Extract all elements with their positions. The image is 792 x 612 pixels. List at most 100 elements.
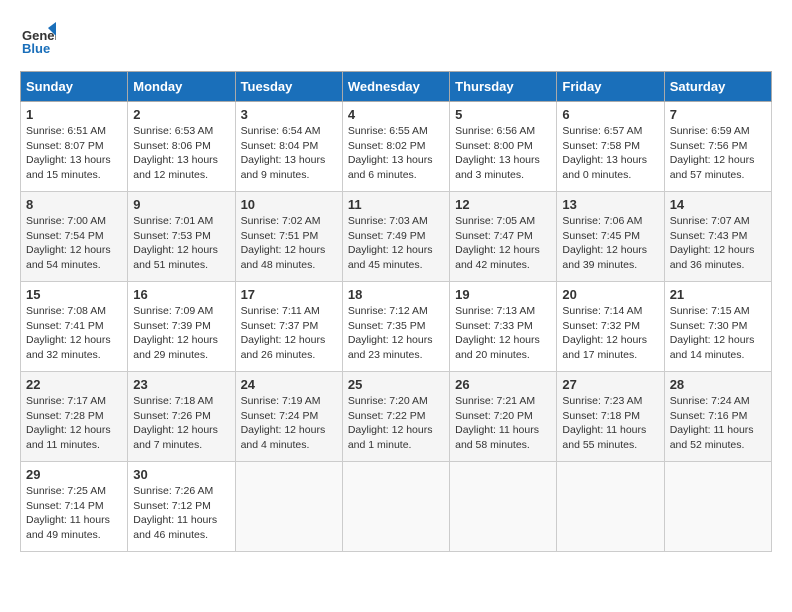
day-info: Sunrise: 7:13 AM Sunset: 7:33 PM Dayligh… xyxy=(455,304,551,363)
day-info: Sunrise: 6:53 AM Sunset: 8:06 PM Dayligh… xyxy=(133,124,229,183)
day-cell: 18 Sunrise: 7:12 AM Sunset: 7:35 PM Dayli… xyxy=(342,282,449,372)
day-number: 10 xyxy=(241,197,337,212)
day-info: Sunrise: 7:21 AM Sunset: 7:20 PM Dayligh… xyxy=(455,394,551,453)
day-number: 16 xyxy=(133,287,229,302)
day-cell xyxy=(557,462,664,552)
day-number: 27 xyxy=(562,377,658,392)
day-number: 3 xyxy=(241,107,337,122)
header-sunday: Sunday xyxy=(21,72,128,102)
day-number: 14 xyxy=(670,197,766,212)
day-info: Sunrise: 7:25 AM Sunset: 7:14 PM Dayligh… xyxy=(26,484,122,543)
day-info: Sunrise: 7:17 AM Sunset: 7:28 PM Dayligh… xyxy=(26,394,122,453)
day-cell: 26 Sunrise: 7:21 AM Sunset: 7:20 PM Dayli… xyxy=(450,372,557,462)
day-cell: 3Sunrise: 6:54 AM Sunset: 8:04 PM Daylig… xyxy=(235,102,342,192)
day-number: 18 xyxy=(348,287,444,302)
day-number: 28 xyxy=(670,377,766,392)
day-cell: 25Sunrise: 7:20 AM Sunset: 7:22 PM Dayli… xyxy=(342,372,449,462)
day-info: Sunrise: 7:12 AM Sunset: 7:35 PM Dayligh… xyxy=(348,304,444,363)
header-wednesday: Wednesday xyxy=(342,72,449,102)
day-number: 19 xyxy=(455,287,551,302)
header-monday: Monday xyxy=(128,72,235,102)
day-cell: 21 Sunrise: 7:15 AM Sunset: 7:30 PM Dayli… xyxy=(664,282,771,372)
day-cell: 7Sunrise: 6:59 AM Sunset: 7:56 PM Daylig… xyxy=(664,102,771,192)
day-info: Sunrise: 7:01 AM Sunset: 7:53 PM Dayligh… xyxy=(133,214,229,273)
day-cell xyxy=(664,462,771,552)
day-cell: 8 Sunrise: 7:00 AM Sunset: 7:54 PM Daylig… xyxy=(21,192,128,282)
day-info: Sunrise: 7:06 AM Sunset: 7:45 PM Dayligh… xyxy=(562,214,658,273)
week-row-1: 1 Sunrise: 6:51 AM Sunset: 8:07 PM Daylig… xyxy=(21,102,772,192)
week-row-2: 8 Sunrise: 7:00 AM Sunset: 7:54 PM Daylig… xyxy=(21,192,772,282)
day-cell: 4 Sunrise: 6:55 AM Sunset: 8:02 PM Daylig… xyxy=(342,102,449,192)
day-number: 11 xyxy=(348,197,444,212)
day-number: 22 xyxy=(26,377,122,392)
header-thursday: Thursday xyxy=(450,72,557,102)
day-info: Sunrise: 6:56 AM Sunset: 8:00 PM Dayligh… xyxy=(455,124,551,183)
day-cell: 27Sunrise: 7:23 AM Sunset: 7:18 PM Dayli… xyxy=(557,372,664,462)
day-info: Sunrise: 7:03 AM Sunset: 7:49 PM Dayligh… xyxy=(348,214,444,273)
day-info: Sunrise: 7:26 AM Sunset: 7:12 PM Dayligh… xyxy=(133,484,229,543)
day-number: 6 xyxy=(562,107,658,122)
day-cell: 20 Sunrise: 7:14 AM Sunset: 7:32 PM Dayli… xyxy=(557,282,664,372)
day-info: Sunrise: 7:08 AM Sunset: 7:41 PM Dayligh… xyxy=(26,304,122,363)
day-cell: 23 Sunrise: 7:18 AM Sunset: 7:26 PM Dayli… xyxy=(128,372,235,462)
day-cell: 13Sunrise: 7:06 AM Sunset: 7:45 PM Dayli… xyxy=(557,192,664,282)
day-info: Sunrise: 7:18 AM Sunset: 7:26 PM Dayligh… xyxy=(133,394,229,453)
day-cell: 22 Sunrise: 7:17 AM Sunset: 7:28 PM Dayli… xyxy=(21,372,128,462)
day-number: 9 xyxy=(133,197,229,212)
day-number: 24 xyxy=(241,377,337,392)
day-info: Sunrise: 7:02 AM Sunset: 7:51 PM Dayligh… xyxy=(241,214,337,273)
day-cell: 10 Sunrise: 7:02 AM Sunset: 7:51 PM Dayli… xyxy=(235,192,342,282)
week-row-3: 15 Sunrise: 7:08 AM Sunset: 7:41 PM Dayli… xyxy=(21,282,772,372)
day-info: Sunrise: 6:55 AM Sunset: 8:02 PM Dayligh… xyxy=(348,124,444,183)
day-info: Sunrise: 7:20 AM Sunset: 7:22 PM Dayligh… xyxy=(348,394,444,453)
day-cell: 6 Sunrise: 6:57 AM Sunset: 7:58 PM Daylig… xyxy=(557,102,664,192)
day-cell: 2 Sunrise: 6:53 AM Sunset: 8:06 PM Daylig… xyxy=(128,102,235,192)
day-info: Sunrise: 7:19 AM Sunset: 7:24 PM Dayligh… xyxy=(241,394,337,453)
calendar-body: 1 Sunrise: 6:51 AM Sunset: 8:07 PM Daylig… xyxy=(21,102,772,552)
day-info: Sunrise: 7:24 AM Sunset: 7:16 PM Dayligh… xyxy=(670,394,766,453)
day-number: 8 xyxy=(26,197,122,212)
page-header: General Blue xyxy=(20,20,772,56)
day-number: 17 xyxy=(241,287,337,302)
day-info: Sunrise: 7:14 AM Sunset: 7:32 PM Dayligh… xyxy=(562,304,658,363)
day-cell: 29 Sunrise: 7:25 AM Sunset: 7:14 PM Dayli… xyxy=(21,462,128,552)
day-cell: 15 Sunrise: 7:08 AM Sunset: 7:41 PM Dayli… xyxy=(21,282,128,372)
day-number: 15 xyxy=(26,287,122,302)
day-cell: 9 Sunrise: 7:01 AM Sunset: 7:53 PM Daylig… xyxy=(128,192,235,282)
logo: General Blue xyxy=(20,20,56,56)
day-number: 23 xyxy=(133,377,229,392)
header-friday: Friday xyxy=(557,72,664,102)
day-number: 4 xyxy=(348,107,444,122)
header-saturday: Saturday xyxy=(664,72,771,102)
day-info: Sunrise: 7:07 AM Sunset: 7:43 PM Dayligh… xyxy=(670,214,766,273)
day-number: 5 xyxy=(455,107,551,122)
day-info: Sunrise: 7:15 AM Sunset: 7:30 PM Dayligh… xyxy=(670,304,766,363)
day-number: 26 xyxy=(455,377,551,392)
day-info: Sunrise: 6:51 AM Sunset: 8:07 PM Dayligh… xyxy=(26,124,122,183)
day-number: 1 xyxy=(26,107,122,122)
week-row-5: 29 Sunrise: 7:25 AM Sunset: 7:14 PM Dayli… xyxy=(21,462,772,552)
day-info: Sunrise: 6:57 AM Sunset: 7:58 PM Dayligh… xyxy=(562,124,658,183)
day-cell: 11 Sunrise: 7:03 AM Sunset: 7:49 PM Dayli… xyxy=(342,192,449,282)
day-cell: 24 Sunrise: 7:19 AM Sunset: 7:24 PM Dayli… xyxy=(235,372,342,462)
day-cell: 16 Sunrise: 7:09 AM Sunset: 7:39 PM Dayli… xyxy=(128,282,235,372)
day-number: 29 xyxy=(26,467,122,482)
day-cell: 17 Sunrise: 7:11 AM Sunset: 7:37 PM Dayli… xyxy=(235,282,342,372)
logo-icon: General Blue xyxy=(20,20,56,56)
calendar-header-row: SundayMondayTuesdayWednesdayThursdayFrid… xyxy=(21,72,772,102)
header-tuesday: Tuesday xyxy=(235,72,342,102)
day-info: Sunrise: 7:09 AM Sunset: 7:39 PM Dayligh… xyxy=(133,304,229,363)
day-info: Sunrise: 7:11 AM Sunset: 7:37 PM Dayligh… xyxy=(241,304,337,363)
day-number: 21 xyxy=(670,287,766,302)
day-cell xyxy=(342,462,449,552)
day-cell: 28 Sunrise: 7:24 AM Sunset: 7:16 PM Dayli… xyxy=(664,372,771,462)
day-number: 2 xyxy=(133,107,229,122)
day-info: Sunrise: 7:00 AM Sunset: 7:54 PM Dayligh… xyxy=(26,214,122,273)
day-cell: 30Sunrise: 7:26 AM Sunset: 7:12 PM Dayli… xyxy=(128,462,235,552)
day-cell xyxy=(450,462,557,552)
day-cell: 5 Sunrise: 6:56 AM Sunset: 8:00 PM Daylig… xyxy=(450,102,557,192)
day-cell: 19 Sunrise: 7:13 AM Sunset: 7:33 PM Dayli… xyxy=(450,282,557,372)
day-number: 7 xyxy=(670,107,766,122)
day-cell: 12Sunrise: 7:05 AM Sunset: 7:47 PM Dayli… xyxy=(450,192,557,282)
day-number: 20 xyxy=(562,287,658,302)
